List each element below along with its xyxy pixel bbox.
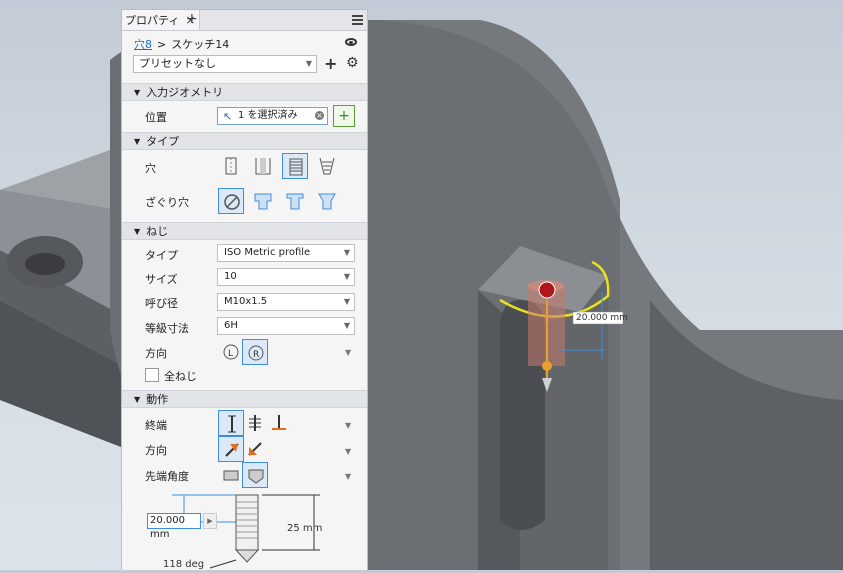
chevron-down-icon: ▼ — [343, 321, 350, 330]
designation-select[interactable]: M10x1.5 ▼ — [217, 293, 355, 311]
counterbore-label: ざぐり穴 — [145, 196, 189, 209]
add-preset-button[interactable]: + — [324, 54, 337, 73]
no-counterbore-icon[interactable] — [218, 188, 244, 214]
full-thread-label: 全ねじ — [164, 370, 197, 383]
section-title: タイプ — [146, 135, 180, 148]
section-title: 入力ジオメトリ — [146, 86, 224, 99]
position-label: 位置 — [145, 111, 167, 124]
collapse-triangle-icon: ▼ — [134, 87, 141, 97]
collapse-triangle-icon: ▼ — [134, 136, 141, 146]
breadcrumb-separator: > — [157, 37, 167, 51]
thread-type-select[interactable]: ISO Metric profile ▼ — [217, 244, 355, 262]
to-face-icon[interactable] — [266, 410, 292, 436]
section-title: 動作 — [146, 393, 169, 406]
flat-drill-point-icon[interactable] — [218, 462, 244, 488]
thread-type-label: タイプ — [145, 249, 178, 262]
simple-hole-icon[interactable] — [218, 153, 244, 179]
termination-label: 終端 — [145, 419, 167, 432]
clearance-hole-icon[interactable] — [250, 153, 276, 179]
size-select[interactable]: 10 ▼ — [217, 268, 355, 286]
chevron-down-icon: ▼ — [305, 59, 312, 68]
designation-label: 呼び径 — [145, 297, 178, 310]
right-hand-thread-icon[interactable]: R — [242, 339, 268, 365]
taper-tapped-hole-icon[interactable] — [314, 153, 340, 179]
drill-point-label: 先端角度 — [145, 470, 189, 483]
clear-selection-icon[interactable]: × — [315, 111, 324, 120]
behavior-direction-label: 方向 — [145, 444, 167, 457]
section-input-geometry[interactable]: ▼ 入力ジオメトリ — [122, 83, 367, 101]
panel-tabbar: プロパティ × + — [122, 10, 367, 31]
preset-value: プリセットなし — [139, 57, 216, 70]
select-value: M10x1.5 — [224, 296, 268, 307]
preset-dropdown[interactable]: プリセットなし ▼ — [133, 55, 317, 73]
breadcrumb-parent-link[interactable]: 穴8 — [134, 36, 152, 52]
flipped-direction-icon[interactable] — [242, 436, 268, 462]
distance-termination-icon[interactable] — [218, 410, 244, 436]
chevron-down-icon: ▼ — [343, 248, 350, 257]
left-hand-thread-icon[interactable]: L — [218, 339, 244, 365]
collapse-triangle-icon: ▼ — [134, 226, 141, 236]
svg-text:R: R — [253, 350, 259, 360]
breadcrumb-current: スケッチ14 — [171, 38, 230, 51]
chevron-down-icon[interactable]: ▼ — [345, 472, 351, 481]
default-direction-icon[interactable] — [218, 436, 244, 462]
gear-icon[interactable]: ⚙ — [346, 55, 359, 71]
thread-depth-label: 25 mm — [287, 523, 323, 534]
chevron-right-icon[interactable]: ▶ — [203, 513, 217, 529]
section-type[interactable]: ▼ タイプ — [122, 132, 367, 150]
tapped-hole-icon[interactable] — [282, 153, 308, 179]
svg-text:L: L — [228, 349, 233, 359]
select-value: ISO Metric profile — [224, 247, 311, 258]
hamburger-menu-icon[interactable] — [352, 13, 363, 27]
size-label: サイズ — [145, 273, 178, 286]
viewport-dimension-label[interactable]: 20.000 mm — [576, 313, 628, 323]
select-value: 6H — [224, 320, 238, 331]
section-title: ねじ — [146, 225, 169, 238]
add-tab-icon[interactable]: + — [186, 11, 198, 27]
position-selection-field[interactable]: ↖ 1 を選択済み × — [217, 107, 328, 125]
angle-drill-point-icon[interactable] — [242, 462, 268, 488]
countersink-icon[interactable] — [314, 188, 340, 214]
tab-label: プロパティ — [125, 14, 180, 27]
spotface-icon[interactable] — [282, 188, 308, 214]
chevron-down-icon[interactable]: ▼ — [345, 348, 351, 357]
select-value: 10 — [224, 271, 237, 282]
breadcrumb: 穴8 > スケッチ14 — [122, 36, 367, 52]
collapse-triangle-icon: ▼ — [134, 394, 141, 404]
thread-direction-label: 方向 — [145, 347, 167, 360]
chevron-down-icon: ▼ — [343, 297, 350, 306]
visibility-eye-icon[interactable] — [345, 38, 357, 46]
full-thread-checkbox[interactable] — [145, 368, 159, 382]
drill-angle-label: 118 deg — [163, 559, 205, 570]
section-thread[interactable]: ▼ ねじ — [122, 222, 367, 240]
add-point-button[interactable]: + — [333, 105, 355, 127]
hole-label: 穴 — [145, 162, 156, 175]
chevron-down-icon[interactable]: ▼ — [345, 421, 351, 430]
depth-input[interactable]: 20.000 mm — [147, 513, 201, 540]
chevron-down-icon: ▼ — [343, 272, 350, 281]
chevron-down-icon[interactable]: ▼ — [345, 447, 351, 456]
through-all-icon[interactable] — [242, 410, 268, 436]
counterbore-icon[interactable] — [250, 188, 276, 214]
selection-text: 1 を選択済み — [238, 110, 298, 121]
class-select[interactable]: 6H ▼ — [217, 317, 355, 335]
properties-panel: プロパティ × + 穴8 > スケッチ14 プリセットなし ▼ + ⚙ ▼ 入力… — [121, 9, 368, 570]
class-label: 等級寸法 — [145, 322, 189, 335]
cursor-arrow-icon: ↖ — [223, 110, 233, 123]
section-behavior[interactable]: ▼ 動作 — [122, 390, 367, 408]
